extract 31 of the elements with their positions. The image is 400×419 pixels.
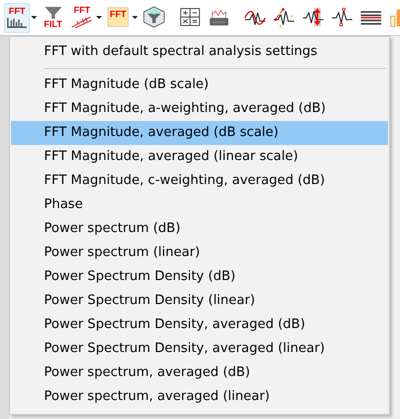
menu-item[interactable]: FFT Magnitude, averaged (linear scale)	[11, 145, 388, 169]
menu-item[interactable]: Power Spectrum Density, averaged (dB)	[11, 313, 388, 337]
menu-item[interactable]: Power spectrum, averaged (dB)	[11, 361, 388, 385]
menu-item[interactable]: FFT Magnitude, averaged (dB scale)	[11, 121, 388, 145]
menu-item[interactable]: Power Spectrum Density, averaged (linear)	[11, 337, 388, 361]
menu-item[interactable]: Phase	[11, 193, 388, 217]
wave-points-icon	[272, 6, 296, 29]
menu-item[interactable]: Power Spectrum Density (dB)	[11, 265, 388, 289]
caret-icon[interactable]	[96, 16, 102, 20]
caret-icon[interactable]	[132, 16, 138, 20]
menu-item[interactable]: Power spectrum, averaged (linear)	[11, 385, 388, 409]
calculator-icon	[178, 6, 202, 29]
menu-item[interactable]: FFT Magnitude, a-weighting, averaged (dB)	[11, 97, 388, 121]
menu-item[interactable]: FFT Magnitude (dB scale)	[11, 73, 388, 97]
funnel-box-icon	[142, 6, 166, 29]
menu-item[interactable]: FFT Magnitude, c-weighting, averaged (dB)	[11, 169, 388, 193]
toolbar-button[interactable]: FFT	[69, 2, 95, 32]
wave-circles-icon	[330, 6, 354, 29]
funnel-icon	[44, 6, 62, 20]
menu-item[interactable]: Power spectrum (linear)	[11, 241, 388, 265]
menu-item[interactable]: Power Spectrum Density (linear)	[11, 289, 388, 313]
bar-chart-icon	[6, 16, 28, 28]
dotted-grid-icon	[106, 6, 130, 29]
toolbar-button[interactable]: FILT	[40, 2, 66, 32]
diagonal-lines-icon	[71, 16, 93, 29]
menu-item[interactable]: Power spectrum (dB)	[11, 217, 388, 241]
caret-icon[interactable]	[31, 16, 37, 20]
wave-arrow-icon	[302, 6, 324, 29]
toolbar-button[interactable]: FFT	[105, 2, 131, 32]
menu-item[interactable]: FFT with default spectral analysis settings	[11, 39, 388, 65]
toolbar-button[interactable]: FFT	[4, 2, 30, 32]
